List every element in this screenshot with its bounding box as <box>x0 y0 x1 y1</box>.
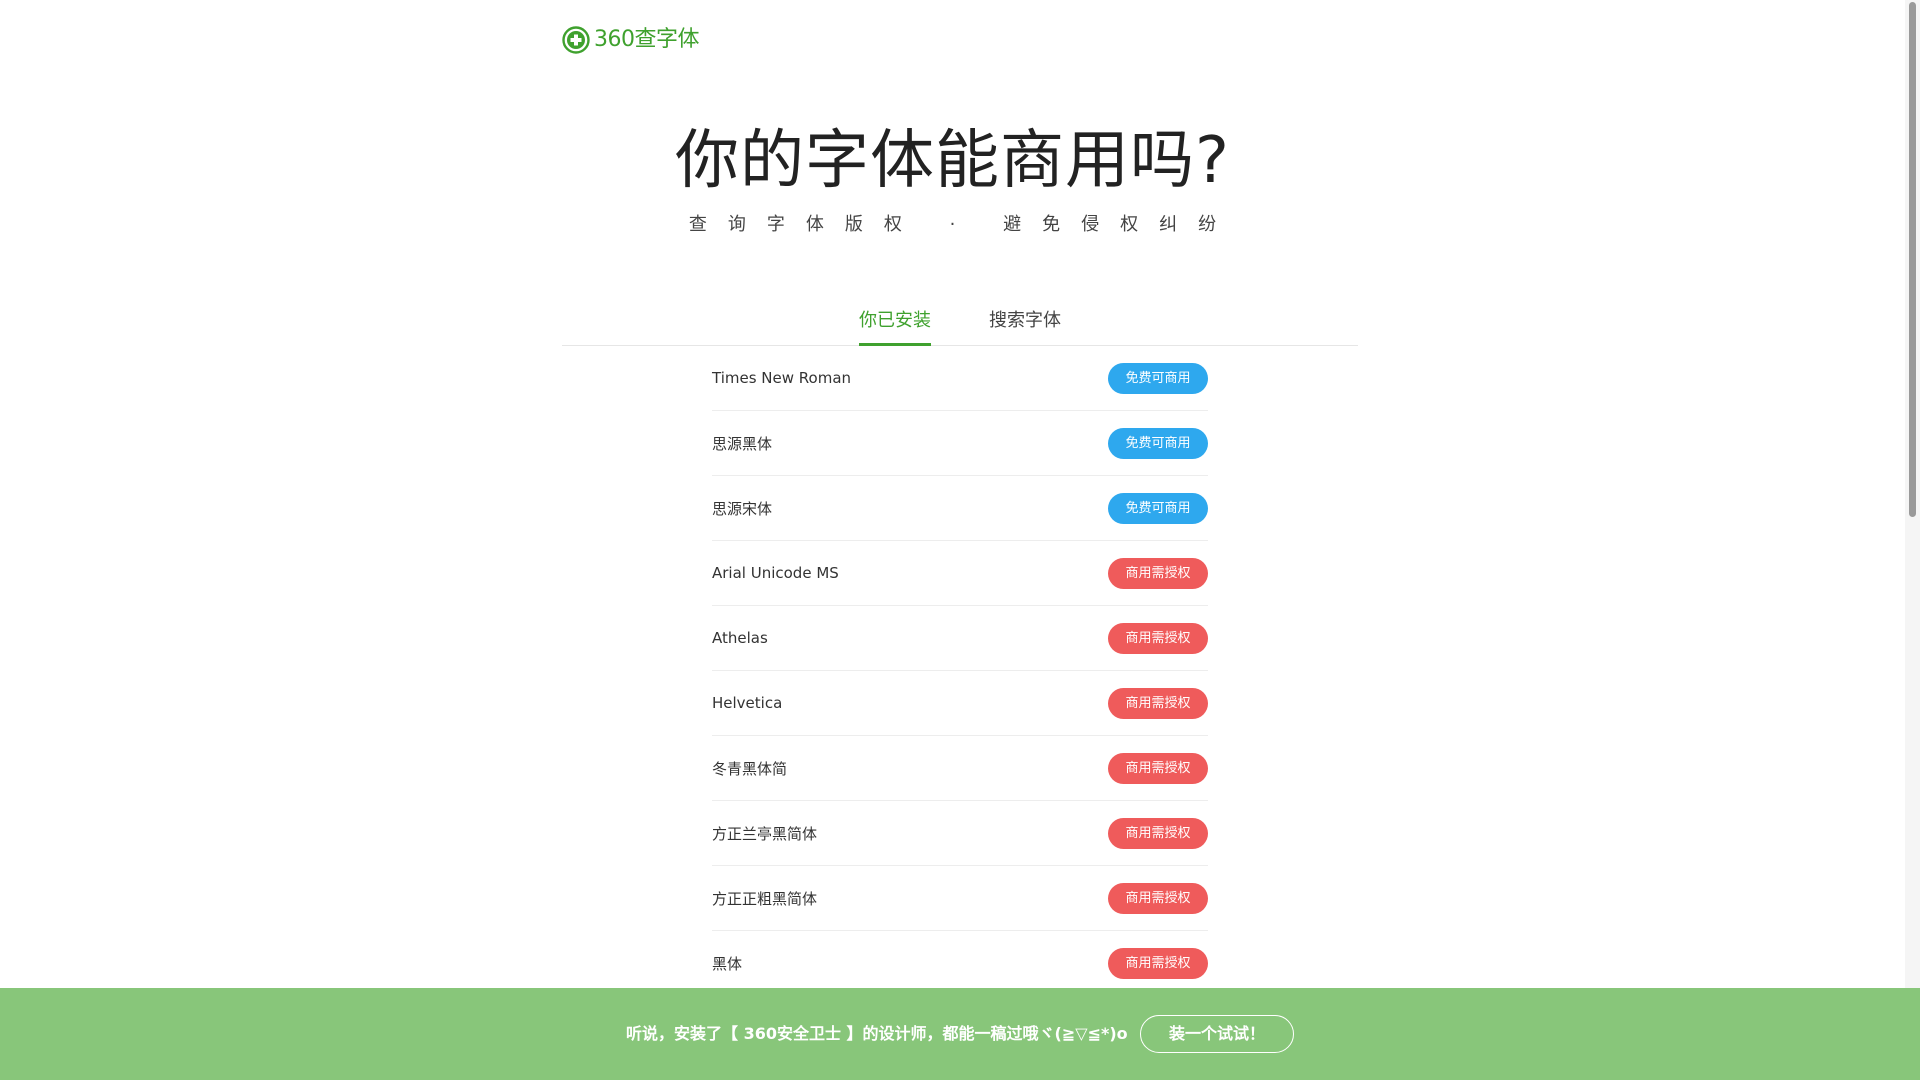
font-name: Arial Unicode MS <box>712 564 839 582</box>
font-row[interactable]: Times New Roman 免费可商用 <box>712 346 1208 411</box>
font-name: 方正正粗黑简体 <box>712 889 818 908</box>
promo-text: 听说，安装了【 360安全卫士 】的设计师，都能一稿过哦ヾ(≧▽≦*)o <box>626 1024 1128 1043</box>
font-row[interactable]: 思源宋体 免费可商用 <box>712 476 1208 541</box>
logo-text: 360查字体 <box>594 27 700 52</box>
tab-search-fonts[interactable]: 搜索字体 <box>989 308 1061 343</box>
font-name: 黑体 <box>712 954 743 973</box>
font-name: 冬青黑体简 <box>712 759 788 778</box>
promo-banner: 听说，安装了【 360安全卫士 】的设计师，都能一稿过哦ヾ(≧▽≦*)o 装一个… <box>0 988 1920 1080</box>
font-row[interactable]: Athelas 商用需授权 <box>712 606 1208 671</box>
license-required-badge[interactable]: 商用需授权 <box>1108 687 1208 719</box>
font-name: 思源黑体 <box>712 434 773 453</box>
logo-link[interactable]: 360查字体 <box>562 26 700 54</box>
license-required-badge[interactable]: 商用需授权 <box>1108 622 1208 654</box>
font-row[interactable]: Helvetica 商用需授权 <box>712 671 1208 736</box>
install-try-button[interactable]: 装一个试试！ <box>1140 1015 1294 1053</box>
font-list: Times New Roman 免费可商用 思源黑体 免费可商用 思源宋体 免费可商用 Ar… <box>712 346 1208 996</box>
page-title: 你的字体能商用吗? <box>675 124 1230 198</box>
free-commercial-badge[interactable]: 免费可商用 <box>1108 362 1208 394</box>
page-subtitle: 查询字体版权 · 避免侵权纠纷 <box>688 214 1238 235</box>
license-required-badge[interactable]: 商用需授权 <box>1108 882 1208 914</box>
font-name: Helvetica <box>712 694 783 712</box>
font-row[interactable]: 方正正粗黑简体 商用需授权 <box>712 866 1208 931</box>
font-name: Athelas <box>712 629 768 647</box>
page: 360查字体 你的字体能商用吗? 查询字体版权 · 避免侵权纠纷 你已安装 搜索… <box>0 0 1920 1080</box>
tab-installed[interactable]: 你已安装 <box>859 308 931 346</box>
font-row[interactable]: 黑体 商用需授权 <box>712 931 1208 996</box>
font-row[interactable]: 冬青黑体简 商用需授权 <box>712 736 1208 801</box>
license-required-badge[interactable]: 商用需授权 <box>1108 752 1208 784</box>
font-name: 方正兰亭黑简体 <box>712 824 818 843</box>
font-row[interactable]: 思源黑体 免费可商用 <box>712 411 1208 476</box>
font-row[interactable]: 方正兰亭黑简体 商用需授权 <box>712 801 1208 866</box>
license-required-badge[interactable]: 商用需授权 <box>1108 947 1208 979</box>
font-row[interactable]: Arial Unicode MS 商用需授权 <box>712 541 1208 606</box>
license-required-badge[interactable]: 商用需授权 <box>1108 817 1208 849</box>
font-name: Times New Roman <box>712 369 852 387</box>
license-required-badge[interactable]: 商用需授权 <box>1108 557 1208 589</box>
scrollbar[interactable] <box>1905 0 1920 1080</box>
free-commercial-badge[interactable]: 免费可商用 <box>1108 492 1208 524</box>
tab-bar: 你已安装 搜索字体 <box>562 296 1358 346</box>
font-name: 思源宋体 <box>712 499 773 518</box>
plus-circle-icon <box>562 26 590 54</box>
scrollbar-thumb[interactable] <box>1909 2 1916 517</box>
free-commercial-badge[interactable]: 免费可商用 <box>1108 427 1208 459</box>
